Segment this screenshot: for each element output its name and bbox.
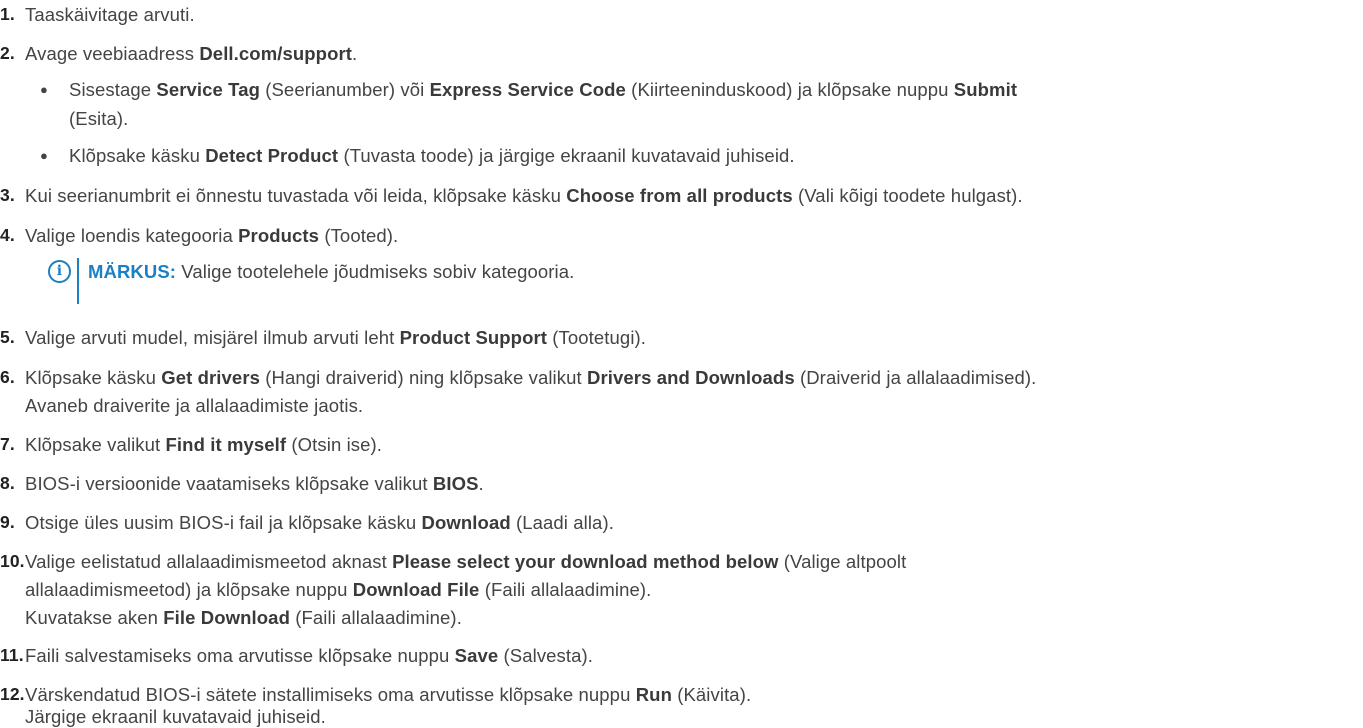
step-text: BIOS-i versioonide vaatamiseks klõpsake … (25, 473, 484, 494)
step-number: 7. (0, 434, 15, 454)
step-text: Järgige ekraanil kuvatavaid juhiseid. (25, 706, 326, 727)
step-text: Faili salvestamiseks oma arvutisse klõps… (25, 645, 594, 666)
step-number: 5. (0, 327, 15, 347)
bullet-icon: ● (40, 148, 48, 163)
step-number: 6. (0, 367, 15, 387)
step-number: 10. (0, 551, 25, 571)
step-number: 11. (0, 645, 24, 665)
step-text: Värskendatud BIOS-i sätete installimisek… (25, 684, 752, 705)
step-number: 4. (0, 225, 15, 245)
info-circle-icon: i (48, 260, 71, 283)
step-text: Valige eelistatud allalaadimismeetod akn… (25, 551, 907, 572)
step-text: Valige loendis kategooria Products (Toot… (25, 225, 399, 246)
step-text: Otsige üles uusim BIOS-i fail ja klõpsak… (25, 512, 614, 533)
step-text: allalaadimismeetod) ja klõpsake nuppu Do… (25, 579, 652, 600)
note-label: MÄRKUS: (88, 261, 177, 282)
step-text: Klõpsake valikut Find it myself (Otsin i… (25, 434, 383, 455)
step-text: Taaskäivitage arvuti. (25, 4, 195, 25)
step-number: 1. (0, 4, 15, 24)
bullet-text: Sisestage Service Tag (Seerianumber) või… (69, 79, 1018, 100)
step-number: 3. (0, 185, 15, 205)
bullet-icon: ● (40, 82, 48, 97)
step-text: Avaneb draiverite ja allalaadimiste jaot… (25, 395, 364, 416)
bullet-text: Klõpsake käsku Detect Product (Tuvasta t… (69, 145, 795, 166)
step-text: Kui seerianumbrit ei õnnestu tuvastada v… (25, 185, 1023, 206)
bullet-text: (Esita). (69, 108, 129, 129)
note-text: MÄRKUS: Valige tootelehele jõudmiseks so… (88, 261, 575, 282)
instruction-document: 1. Taaskäivitage arvuti. 2. Avage veebia… (0, 0, 1363, 727)
note-divider (77, 258, 79, 304)
step-text: Kuvatakse aken File Download (Faili alla… (25, 607, 462, 628)
step-number: 12. (0, 684, 25, 704)
step-text: Avage veebiaadress Dell.com/support. (25, 43, 358, 64)
bold-term: Dell.com/support (199, 43, 353, 64)
step-number: 8. (0, 473, 15, 493)
step-text: Klõpsake käsku Get drivers (Hangi draive… (25, 367, 1037, 388)
step-number: 9. (0, 512, 15, 532)
step-number: 2. (0, 43, 15, 63)
step-text: Valige arvuti mudel, misjärel ilmub arvu… (25, 327, 647, 348)
